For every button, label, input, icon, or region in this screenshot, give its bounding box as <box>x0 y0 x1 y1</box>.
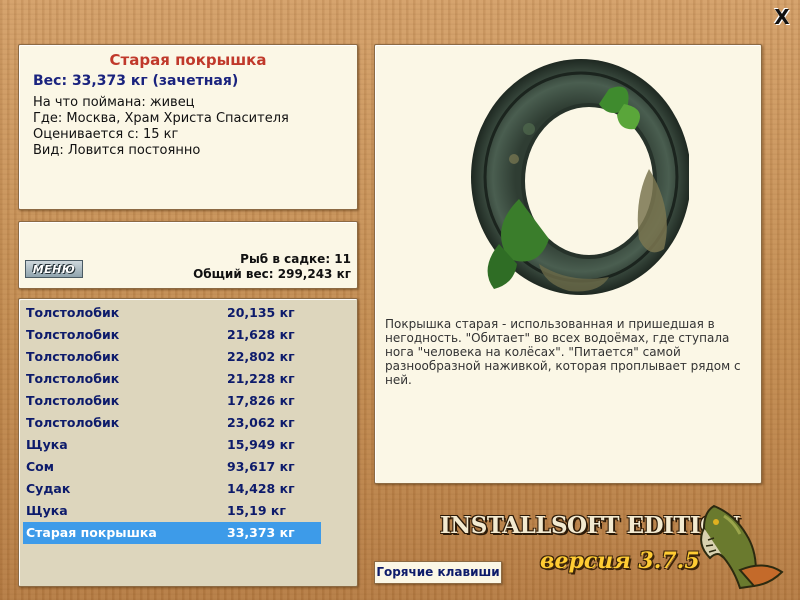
catch-fish-weight: 17,826 кг <box>227 393 295 408</box>
catch-fish-name: Судак <box>26 481 71 496</box>
catch-list: Толстолобик 20,135 кг Толстолобик 21,628 кг… <box>18 298 358 587</box>
catch-fish-name: Толстолобик <box>26 349 120 364</box>
catch-fish-weight: 20,135 кг <box>227 305 295 320</box>
fish-photo-panel: Покрышка старая - использованная и прише… <box>374 44 762 484</box>
close-icon[interactable]: X <box>772 7 792 27</box>
catch-list-row[interactable]: Щука 15,19 кг <box>23 500 321 522</box>
catch-list-row[interactable]: Старая покрышка 33,373 кг <box>23 522 321 544</box>
hotkeys-button[interactable]: Горячие клавиши <box>374 561 502 584</box>
catch-fish-name: Толстолобик <box>26 371 120 386</box>
catch-fish-name: Толстолобик <box>26 305 120 320</box>
catch-list-row[interactable]: Толстолобик 23,062 кг <box>23 412 321 434</box>
tire-image <box>471 59 689 295</box>
catch-fish-name: Толстолобик <box>26 415 120 430</box>
catch-fish-weight: 14,428 кг <box>227 481 295 496</box>
valuation-info: Оценивается с: 15 кг <box>33 127 179 142</box>
catch-fish-weight: 21,628 кг <box>227 327 295 342</box>
catch-fish-weight: 33,373 кг <box>227 525 295 540</box>
catch-list-row[interactable]: Толстолобик 21,228 кг <box>23 368 321 390</box>
fish-count: Рыб в садке: 11 <box>240 252 351 266</box>
catch-fish-weight: 21,228 кг <box>227 371 295 386</box>
total-weight: Общий вес: 299,243 кг <box>193 267 351 281</box>
catch-list-row[interactable]: Сом 93,617 кг <box>23 456 321 478</box>
catch-fish-name: Толстолобик <box>26 327 120 342</box>
catch-fish-name: Старая покрышка <box>26 525 157 540</box>
catch-fish-weight: 22,802 кг <box>227 349 295 364</box>
catch-fish-name: Щука <box>26 437 68 452</box>
catch-fish-name: Толстолобик <box>26 393 120 408</box>
catch-list-row[interactable]: Толстолобик 17,826 кг <box>23 390 321 412</box>
catch-fish-weight: 15,949 кг <box>227 437 295 452</box>
catch-list-row[interactable]: Толстолобик 20,135 кг <box>23 302 321 324</box>
catch-list-row[interactable]: Щука 15,949 кг <box>23 434 321 456</box>
bait-info: На что поймана: живец <box>33 95 195 110</box>
location-info: Где: Москва, Храм Христа Спасителя <box>33 111 289 126</box>
species-info: Вид: Ловится постоянно <box>33 143 201 158</box>
fish-info-panel: Старая покрышка Вес: 33,373 кг (зачетная… <box>18 44 358 210</box>
catch-list-row[interactable]: Толстолобик 22,802 кг <box>23 346 321 368</box>
version-label: версия 3.7.5 <box>540 548 700 574</box>
pike-logo <box>700 504 784 590</box>
fish-title: Старая покрышка <box>109 51 267 69</box>
menu-button[interactable]: МЕНЮ <box>25 260 83 278</box>
catch-fish-name: Щука <box>26 503 68 518</box>
fish-description: Покрышка старая - использованная и прише… <box>385 317 741 387</box>
catch-fish-weight: 23,062 кг <box>227 415 295 430</box>
fish-weight: Вес: 33,373 кг (зачетная) <box>33 73 239 89</box>
catch-fish-weight: 15,19 кг <box>227 503 286 518</box>
catch-list-row[interactable]: Толстолобик 21,628 кг <box>23 324 321 346</box>
catch-list-row[interactable]: Судак 14,428 кг <box>23 478 321 500</box>
catch-fish-name: Сом <box>26 459 54 474</box>
keepnet-summary-panel: МЕНЮ Рыб в садке: 11 Общий вес: 299,243 … <box>18 221 358 289</box>
catch-fish-weight: 93,617 кг <box>227 459 295 474</box>
